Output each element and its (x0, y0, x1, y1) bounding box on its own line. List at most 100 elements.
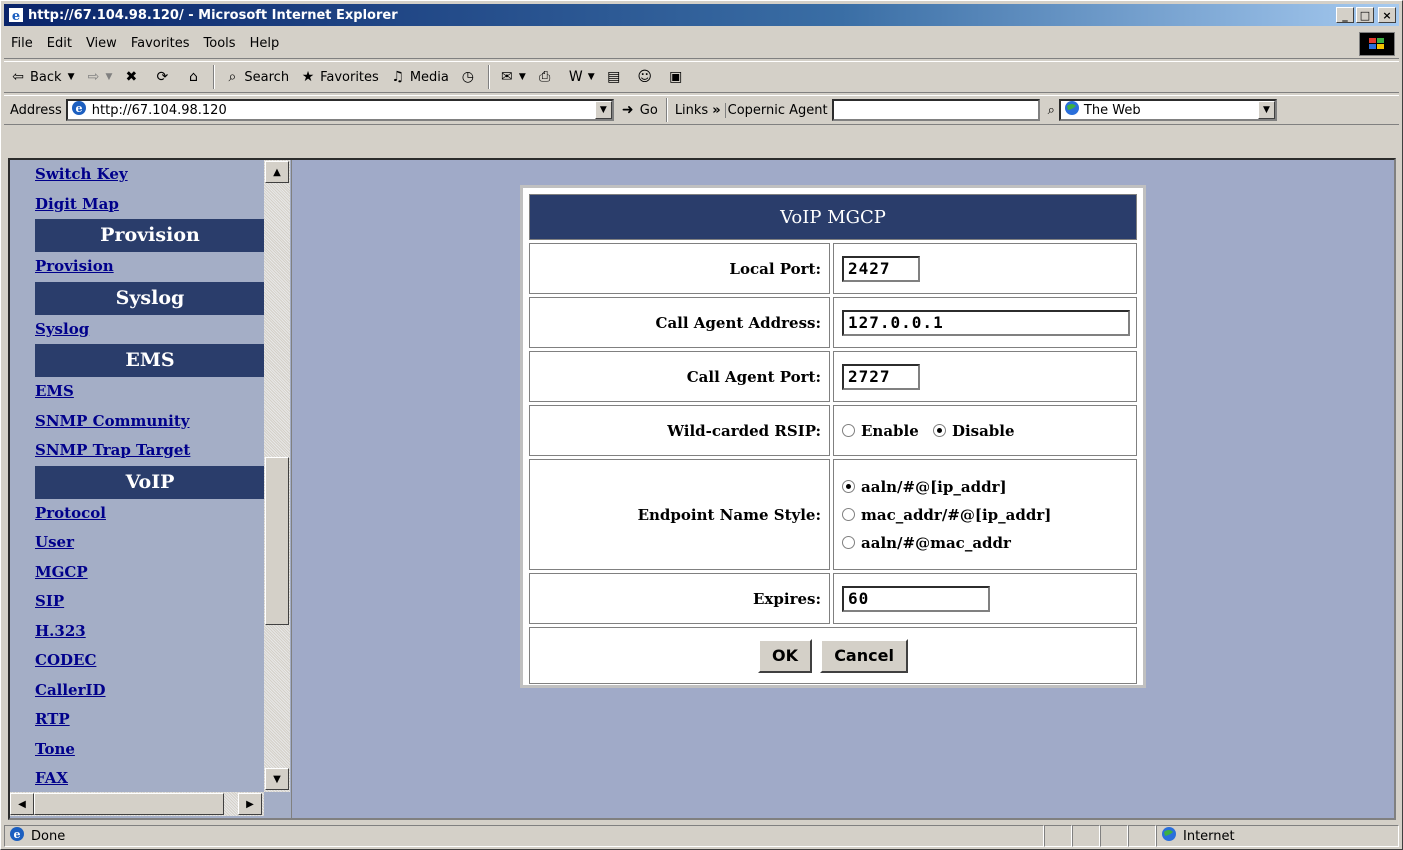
forward-button[interactable]: ⇨ ▼ (79, 64, 117, 90)
forward-dropdown-icon[interactable]: ▼ (105, 72, 112, 82)
refresh-icon: ⟳ (156, 69, 169, 85)
nav-section-ems: EMS (35, 344, 265, 377)
refresh-button[interactable]: ⟳ (148, 64, 179, 90)
messenger-icon: ☺ (637, 69, 652, 85)
nav-link-callerid[interactable]: CallerID (35, 676, 265, 706)
voip-mgcp-panel: VoIP MGCP Local Port: 2427 Call Agent Ad… (520, 185, 1146, 688)
horizontal-scrollbar[interactable]: ◀ ▶ (10, 792, 264, 816)
nav-link-mgcp[interactable]: MGCP (35, 558, 265, 588)
links-chevron-icon[interactable]: » (712, 103, 720, 118)
endpoint-style-radio-2[interactable]: mac_addr/#@[ip_addr] (842, 501, 1051, 529)
call-agent-address-label: Call Agent Address: (529, 297, 830, 348)
close-button[interactable]: × (1378, 7, 1396, 23)
search-button[interactable]: ⌕ Search (218, 64, 294, 90)
home-button[interactable]: ⌂ (179, 64, 210, 90)
printer-icon: ⎙ (539, 69, 551, 85)
toolbar-separator (213, 65, 216, 89)
go-arrow-icon: ➜ (621, 102, 634, 118)
window-title: http://67.104.98.120/ - Microsoft Intern… (28, 7, 398, 23)
call-agent-port-input[interactable]: 2727 (842, 363, 920, 390)
print-button[interactable]: ⎙ (531, 64, 562, 90)
document-icon: ▤ (607, 69, 621, 85)
call-agent-address-input[interactable]: 127.0.0.1 (842, 309, 1130, 336)
stop-button[interactable]: ✖ (117, 64, 148, 90)
nav-link-switch-key[interactable]: Switch Key (35, 160, 265, 190)
endpoint-style-radio-3[interactable]: aaln/#@mac_addr (842, 529, 1011, 557)
nav-link-user[interactable]: User (35, 528, 265, 558)
menu-view[interactable]: View (79, 36, 124, 51)
menu-tools[interactable]: Tools (197, 36, 243, 51)
discuss-button[interactable]: ▤ (600, 64, 631, 90)
search-scope-dropdown-icon[interactable]: ▼ (1257, 101, 1275, 119)
vertical-scrollbar[interactable]: ▲ ▼ (264, 160, 290, 792)
cancel-button[interactable]: Cancel (820, 638, 908, 673)
go-button[interactable]: ➜ Go (614, 97, 663, 123)
nav-link-sip[interactable]: SIP (35, 587, 265, 617)
menu-file[interactable]: File (4, 36, 40, 51)
rsip-disable-radio[interactable]: Disable (932, 417, 1015, 445)
nav-link-snmp-community[interactable]: SNMP Community (35, 407, 265, 437)
magnifier-icon[interactable]: ⌕ (1048, 103, 1055, 118)
nav-link-syslog[interactable]: Syslog (35, 315, 265, 345)
scroll-down-icon[interactable]: ▼ (265, 768, 289, 790)
copernic-agent-label: Copernic Agent (724, 102, 832, 118)
rsip-disable-label: Disable (951, 421, 1015, 440)
menu-favorites[interactable]: Favorites (124, 36, 197, 51)
copernic-search-input[interactable] (831, 99, 1040, 121)
menu-edit[interactable]: Edit (40, 36, 79, 51)
nav-link-provision[interactable]: Provision (35, 252, 265, 282)
links-label[interactable]: Links (671, 103, 712, 118)
edit-button[interactable]: W ▼ (562, 64, 600, 90)
messenger-button[interactable]: ☺ (631, 64, 662, 90)
nav-link-tone[interactable]: Tone (35, 735, 265, 765)
research-icon: ▣ (669, 69, 683, 85)
rsip-enable-label: Enable (861, 421, 919, 440)
security-zone: Internet (1156, 825, 1399, 847)
media-button[interactable]: ♫ Media (384, 64, 454, 90)
research-button[interactable]: ▣ (662, 64, 693, 90)
radio-checked-icon (842, 480, 855, 493)
rsip-enable-radio[interactable]: Enable (842, 417, 919, 445)
favorites-button[interactable]: ★ Favorites (294, 64, 384, 90)
search-scope-select[interactable]: The Web ▼ (1058, 99, 1277, 121)
nav-link-fax[interactable]: FAX (35, 764, 265, 794)
radio-unchecked-icon (842, 508, 855, 521)
nav-link-protocol[interactable]: Protocol (35, 499, 265, 529)
endpoint-style-option-label: aaln/#@mac_addr (861, 533, 1011, 552)
expires-input[interactable]: 60 (842, 585, 990, 612)
status-cell (1044, 825, 1072, 847)
endpoint-style-radio-1[interactable]: aaln/#@[ip_addr] (842, 473, 1007, 501)
form-actions: OK Cancel (529, 627, 1137, 684)
ok-button[interactable]: OK (758, 638, 813, 673)
horizontal-scroll-thumb[interactable] (34, 793, 224, 815)
nav-link-rtp[interactable]: RTP (35, 705, 265, 735)
favorites-icon: ★ (301, 69, 315, 85)
nav-link-codec[interactable]: CODEC (35, 646, 265, 676)
scroll-left-icon[interactable]: ◀ (10, 793, 34, 815)
nav-link-digit-map[interactable]: Digit Map (35, 190, 265, 220)
address-input[interactable]: e http://67.104.98.120 ▼ (65, 99, 614, 121)
search-scope-value: The Web (1083, 102, 1141, 118)
history-button[interactable]: ◷ (454, 64, 485, 90)
favorites-label: Favorites (320, 69, 379, 85)
local-port-input[interactable]: 2427 (842, 255, 920, 282)
endpoint-name-style-label: Endpoint Name Style: (529, 459, 830, 570)
menu-help[interactable]: Help (243, 36, 287, 51)
scroll-right-icon[interactable]: ▶ (238, 793, 262, 815)
nav-section-voip: VoIP (35, 465, 265, 499)
toolbar-separator (487, 65, 490, 89)
address-url: http://67.104.98.120 (91, 102, 227, 118)
search-label: Search (244, 69, 290, 85)
mail-button[interactable]: ✉ ▼ (493, 64, 531, 90)
nav-link-ems[interactable]: EMS (35, 377, 265, 407)
nav-link-snmp-trap-target[interactable]: SNMP Trap Target (35, 436, 265, 466)
minimize-button[interactable]: _ (1336, 7, 1354, 23)
scroll-up-icon[interactable]: ▲ (265, 161, 289, 183)
back-button[interactable]: ⇦ Back ▼ (4, 64, 79, 90)
maximize-button[interactable]: □ (1356, 7, 1374, 23)
nav-link-h-323[interactable]: H.323 (35, 617, 265, 647)
address-dropdown-icon[interactable]: ▼ (594, 101, 612, 119)
search-icon: ⌕ (228, 69, 237, 85)
back-dropdown-icon[interactable]: ▼ (68, 72, 75, 82)
vertical-scroll-thumb[interactable] (265, 457, 289, 625)
